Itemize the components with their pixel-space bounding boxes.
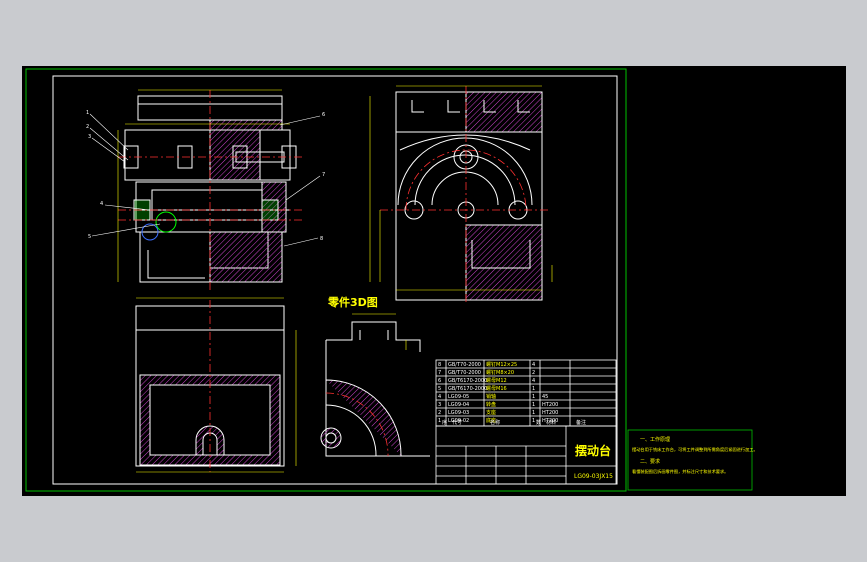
notes-heading-2: 二、要求 <box>640 458 660 465</box>
leader-number: 1 <box>86 110 89 116</box>
bom-cell: HT200 <box>542 410 558 416</box>
leader-number: 2 <box>86 124 89 130</box>
bom-header-cell: 代号 <box>452 419 462 426</box>
leader-number: 3 <box>88 134 91 140</box>
bom-cell: GB/T70-2000 <box>448 370 481 376</box>
notes-paragraph-1: 摆动台用于铣床工作台，可将工件调整到所需角度后紧固进行加工。 <box>632 446 758 453</box>
bom-cell: 45 <box>542 394 548 400</box>
leader-number: 6 <box>322 112 325 118</box>
bom-cell: 1 <box>532 394 535 400</box>
bom-cell: 3 <box>438 402 441 408</box>
bom-cell: 销轴 <box>486 393 496 400</box>
bom-cell: 螺母M12 <box>486 377 507 384</box>
bom-header-cell: 名称 <box>490 419 500 426</box>
bom-cell: HT200 <box>542 402 558 408</box>
bom-cell: LG09-05 <box>448 394 469 400</box>
bom-header-cell: 材料 <box>546 419 556 426</box>
bom-cell: 螺钉M8×20 <box>486 369 514 376</box>
bom-cell: 4 <box>532 378 535 384</box>
bom-header-cell: 数 <box>536 419 541 426</box>
bom-cell: GB/T6170-2000 <box>448 378 487 384</box>
leader-number: 8 <box>320 236 323 242</box>
bom-cell: 转盘 <box>486 401 496 408</box>
notes-heading-1: 一、工作原理 <box>640 436 670 443</box>
bom-header-cell: 序 <box>442 419 447 426</box>
title-block-name: 摆动台 <box>575 443 611 458</box>
bom-header-cell: 备注 <box>576 419 586 426</box>
bom-cell: 1 <box>532 402 535 408</box>
bom-cell: 2 <box>438 410 441 416</box>
bom-cell: 5 <box>438 386 441 392</box>
title-block-drawing-no: LG09-03JX15 <box>574 473 613 480</box>
notes-paragraph-2: 看懂装配图后拆画零件图，并标注尺寸和技术要求。 <box>632 468 728 475</box>
bom-cell: 1 <box>532 386 535 392</box>
cad-drawing-canvas: 零件3D图 8 GB/T70-2000 螺钉M12×25 4 7 GB/T70-2000 螺… <box>22 66 846 496</box>
leader-number: 4 <box>100 201 103 207</box>
bom-cell: 1 <box>438 418 441 424</box>
bom-cell: 螺钉M12×25 <box>486 361 517 368</box>
bom-cell: 1 <box>532 410 535 416</box>
bom-cell: 2 <box>532 370 535 376</box>
bom-cell: 4 <box>532 362 535 368</box>
part-3d-label: 零件3D图 <box>327 295 378 309</box>
bom-cell: LG09-04 <box>448 402 469 408</box>
bom-cell: GB/T6170-2000 <box>448 386 487 392</box>
bom-cell: 螺母M16 <box>486 385 507 392</box>
bom-cell: LG09-03 <box>448 410 469 416</box>
bom-cell: 1 <box>532 418 535 424</box>
bom-cell: 7 <box>438 370 441 376</box>
bom-cell: 6 <box>438 378 441 384</box>
bom-cell: GB/T70-2000 <box>448 362 481 368</box>
leader-number: 7 <box>322 172 325 178</box>
bom-cell: 支座 <box>486 409 496 416</box>
bom-cell: 4 <box>438 394 441 400</box>
leader-number: 5 <box>88 234 91 240</box>
bom-cell: 8 <box>438 362 441 368</box>
